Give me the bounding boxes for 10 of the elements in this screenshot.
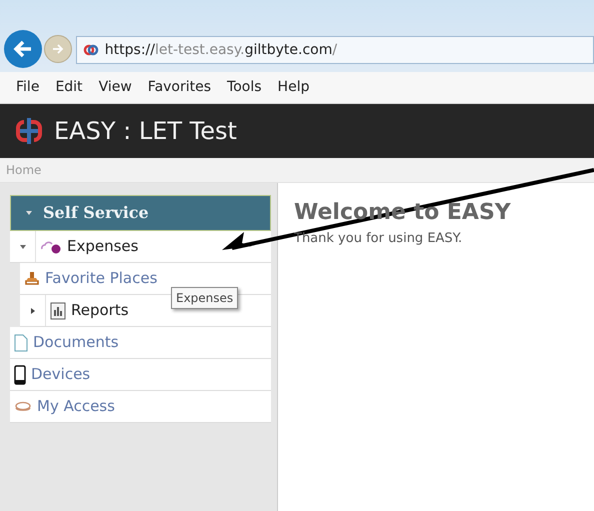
tree-item-label: Documents [33,332,119,354]
tree-item-label: Expenses [67,236,138,258]
address-text: https://let-test.easy.giltbyte.com/ [104,40,338,60]
tree-item-label: My Access [37,396,115,418]
tree-item-label: Favorite Places [45,268,158,290]
tooltip: Expenses [171,287,238,309]
tree-item-label: Reports [71,300,129,322]
app-title: EASY : LET Test [54,116,237,147]
welcome-text: Thank you for using EASY. [294,230,464,248]
tree-item-label: Devices [31,364,90,386]
